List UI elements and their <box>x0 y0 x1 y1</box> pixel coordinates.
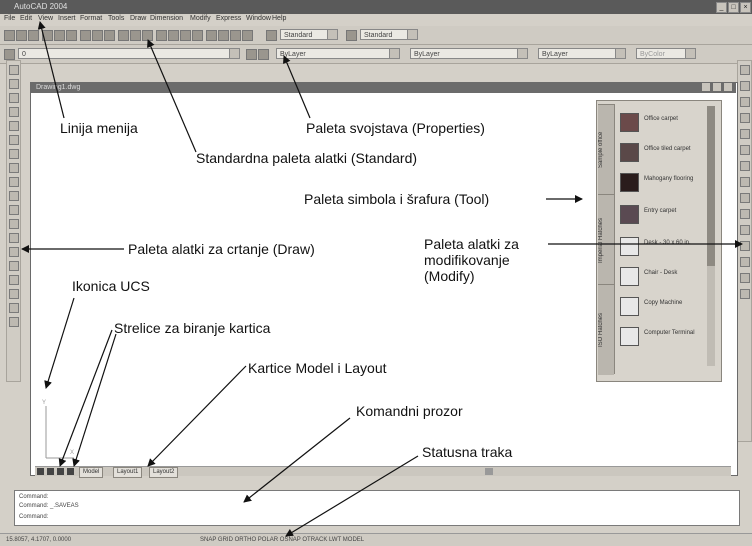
arrow-standard <box>147 39 197 153</box>
arrow-properties <box>283 55 311 119</box>
arrow-status-bar <box>285 455 419 537</box>
arrow-model-layout <box>147 365 247 467</box>
arrow-menu-bar <box>37 21 65 119</box>
annotation-arrows <box>21 21 743 537</box>
arrow-ucs <box>44 297 75 389</box>
arrow-tab-arrows-2 <box>72 333 117 467</box>
arrow-command-window <box>243 417 351 503</box>
arrow-tab-arrows-1 <box>58 329 113 467</box>
